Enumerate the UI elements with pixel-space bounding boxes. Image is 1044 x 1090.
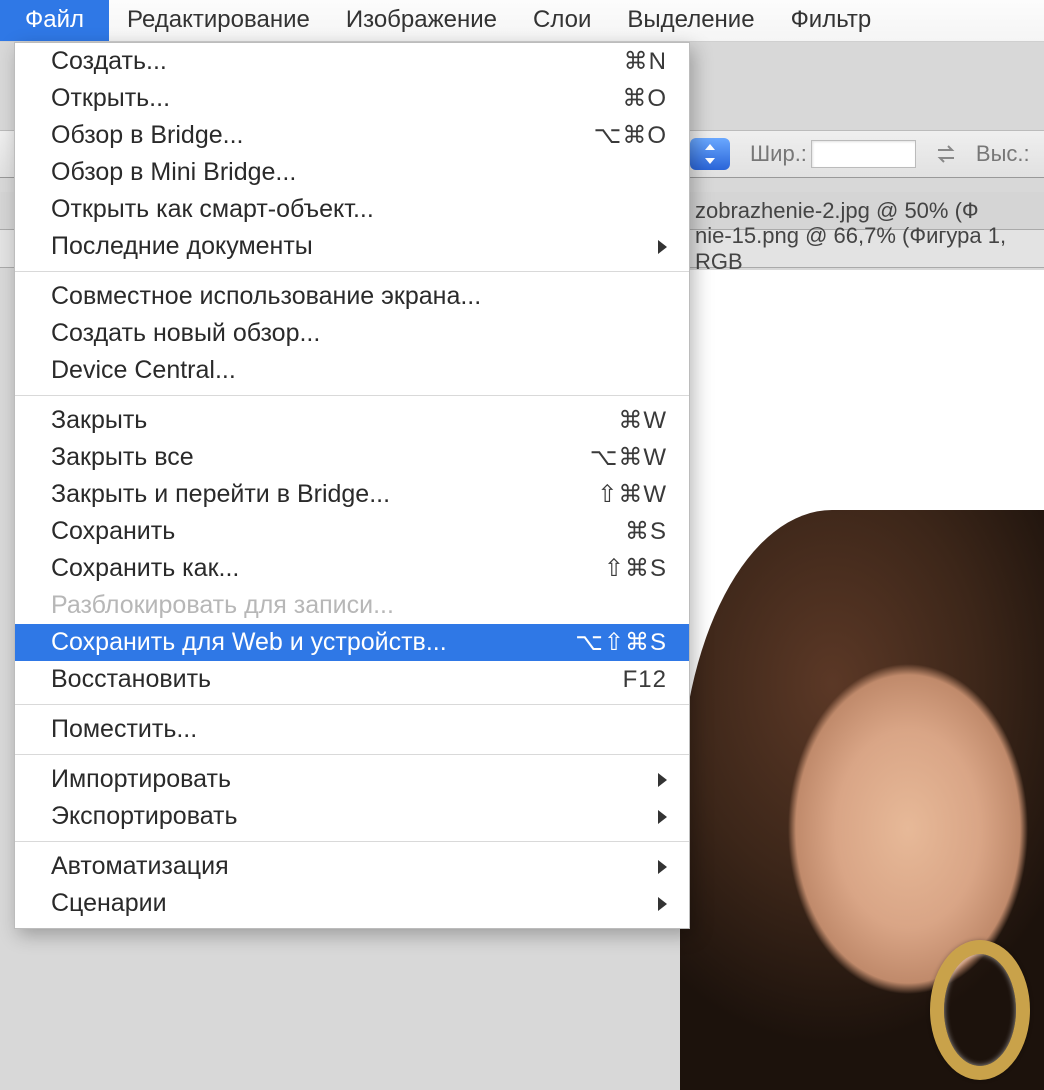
menu-item[interactable]: Открыть как смарт-объект...: [15, 191, 689, 228]
menu-item[interactable]: Обзор в Mini Bridge...: [15, 154, 689, 191]
menu-item[interactable]: Device Central...: [15, 352, 689, 389]
menu-file[interactable]: Файл: [0, 0, 109, 41]
menu-item-shortcut: ⌥⌘W: [590, 443, 667, 472]
menu-item-label: Поместить...: [51, 715, 667, 744]
height-label: Выс.:: [976, 141, 1030, 167]
menu-layers[interactable]: Слои: [515, 0, 609, 41]
submenu-arrow-icon: [658, 810, 667, 824]
menu-item-label: Создать...: [51, 47, 624, 76]
menu-select[interactable]: Выделение: [609, 0, 772, 41]
file-menu-dropdown: Создать...⌘NОткрыть...⌘OОбзор в Bridge..…: [14, 42, 690, 929]
submenu-arrow-icon: [658, 773, 667, 787]
menu-item-label: Сохранить как...: [51, 554, 604, 583]
menu-item-shortcut: ⌘O: [622, 84, 667, 113]
menubar: Файл Редактирование Изображение Слои Выд…: [0, 0, 1044, 42]
menu-item-label: Разблокировать для записи...: [51, 591, 667, 620]
width-input[interactable]: [811, 140, 916, 168]
document-tab-1-label: zobrazhenie-2.jpg @ 50% (Ф: [695, 198, 979, 224]
menu-item[interactable]: Сохранить для Web и устройств...⌥⇧⌘S: [15, 624, 689, 661]
menu-filter[interactable]: Фильтр: [773, 0, 890, 41]
submenu-arrow-icon: [658, 860, 667, 874]
submenu-arrow-icon: [658, 240, 667, 254]
menu-separator: [15, 271, 689, 272]
menu-item-shortcut: ⌥⌘O: [594, 121, 667, 150]
menu-item-label: Последние документы: [51, 232, 658, 261]
menu-item-shortcut: ⇧⌘S: [604, 554, 667, 583]
menu-image[interactable]: Изображение: [328, 0, 515, 41]
menu-item-label: Сохранить: [51, 517, 625, 546]
menu-item-shortcut: ⌘W: [618, 406, 667, 435]
menu-item[interactable]: Импортировать: [15, 761, 689, 798]
menu-item-label: Закрыть: [51, 406, 618, 435]
menu-item-label: Открыть...: [51, 84, 622, 113]
menu-edit[interactable]: Редактирование: [109, 0, 328, 41]
menu-separator: [15, 841, 689, 842]
menu-item-label: Закрыть и перейти в Bridge...: [51, 480, 597, 509]
document-tab-2-label: nie-15.png @ 66,7% (Фигура 1, RGB: [695, 223, 1044, 275]
menu-item[interactable]: Сохранить⌘S: [15, 513, 689, 550]
menu-item[interactable]: Сценарии: [15, 885, 689, 922]
menu-item-shortcut: ⌘S: [625, 517, 667, 546]
menu-item[interactable]: Поместить...: [15, 711, 689, 748]
menu-item: Разблокировать для записи...: [15, 587, 689, 624]
menu-item-label: Сценарии: [51, 889, 658, 918]
menu-item-label: Автоматизация: [51, 852, 658, 881]
menu-item[interactable]: Закрыть⌘W: [15, 402, 689, 439]
menu-item[interactable]: Автоматизация: [15, 848, 689, 885]
width-label: Шир.:: [750, 141, 807, 167]
menu-item-label: Экспортировать: [51, 802, 658, 831]
menu-item-shortcut: ⇧⌘W: [597, 480, 667, 509]
menu-separator: [15, 754, 689, 755]
menu-item[interactable]: Закрыть и перейти в Bridge...⇧⌘W: [15, 476, 689, 513]
menu-item-label: Импортировать: [51, 765, 658, 794]
menu-item-label: Обзор в Mini Bridge...: [51, 158, 667, 187]
menu-item[interactable]: Совместное использование экрана...: [15, 278, 689, 315]
stepper-control[interactable]: [690, 138, 730, 170]
menu-item-label: Обзор в Bridge...: [51, 121, 594, 150]
menu-separator: [15, 395, 689, 396]
menu-item[interactable]: Сохранить как...⇧⌘S: [15, 550, 689, 587]
menu-separator: [15, 704, 689, 705]
menu-item-label: Совместное использование экрана...: [51, 282, 667, 311]
menu-item-label: Создать новый обзор...: [51, 319, 667, 348]
menu-item[interactable]: Создать...⌘N: [15, 43, 689, 80]
menu-item[interactable]: Экспортировать: [15, 798, 689, 835]
menu-item[interactable]: ВосстановитьF12: [15, 661, 689, 698]
menu-item[interactable]: Последние документы: [15, 228, 689, 265]
menu-item[interactable]: Закрыть все⌥⌘W: [15, 439, 689, 476]
menu-item-shortcut: ⌘N: [624, 47, 667, 76]
menu-item-label: Восстановить: [51, 665, 623, 694]
swap-dimensions-icon[interactable]: [934, 142, 958, 166]
menu-item-label: Device Central...: [51, 356, 667, 385]
menu-item[interactable]: Создать новый обзор...: [15, 315, 689, 352]
menu-item-label: Закрыть все: [51, 443, 590, 472]
canvas-image-earring: [930, 940, 1030, 1080]
menu-item-shortcut: ⌥⇧⌘S: [575, 628, 667, 657]
menu-item[interactable]: Открыть...⌘O: [15, 80, 689, 117]
menu-item[interactable]: Обзор в Bridge...⌥⌘O: [15, 117, 689, 154]
menu-item-label: Открыть как смарт-объект...: [51, 195, 667, 224]
submenu-arrow-icon: [658, 897, 667, 911]
menu-item-label: Сохранить для Web и устройств...: [51, 628, 575, 657]
menu-item-shortcut: F12: [623, 666, 667, 694]
